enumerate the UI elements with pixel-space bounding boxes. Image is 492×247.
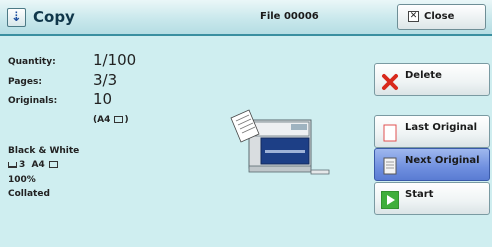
next-original-icon	[383, 157, 397, 175]
quantity-label: Quantity:	[8, 57, 56, 67]
close-button[interactable]: ✕ Close	[397, 4, 486, 30]
pages-value: 3/3	[93, 71, 118, 89]
job-panel: Quantity: 1/100 Pages: 3/3 Originals: 10…	[0, 36, 492, 247]
close-icon: ✕	[408, 11, 419, 22]
close-button-label: Close	[424, 11, 455, 22]
originals-value: 10	[93, 90, 113, 108]
pages-label: Pages:	[8, 77, 42, 87]
file-label: File 00006	[260, 11, 319, 22]
start-play-icon	[381, 191, 399, 209]
next-original-button[interactable]: Next Original	[374, 148, 490, 181]
paper-orientation-icon	[114, 116, 124, 123]
color-mode: Black & White	[8, 146, 80, 156]
printer-icon	[230, 109, 330, 175]
output-mode: Collated	[8, 189, 50, 199]
delete-button[interactable]: Delete	[374, 63, 490, 96]
zoom-level: 100%	[8, 175, 36, 185]
title-bar: ⇣ Copy File 00006 ✕ Close	[0, 0, 492, 36]
originals-size: (A4 )	[93, 115, 129, 125]
last-original-icon	[383, 124, 397, 142]
delete-x-icon	[382, 74, 398, 90]
tray-paper: 3 A4	[8, 160, 59, 170]
originals-label: Originals:	[8, 96, 58, 106]
start-button-label: Start	[405, 189, 434, 200]
paper-tray-icon	[8, 161, 17, 168]
copy-app-icon: ⇣	[7, 8, 26, 27]
last-original-button[interactable]: Last Original	[374, 115, 490, 148]
window-title: Copy	[33, 8, 75, 26]
start-button[interactable]: Start	[374, 182, 490, 215]
quantity-value: 1/100	[93, 51, 137, 69]
next-original-label: Next Original	[405, 155, 480, 166]
paper-orientation-icon	[48, 161, 58, 168]
last-original-label: Last Original	[405, 122, 478, 133]
delete-button-label: Delete	[405, 70, 442, 81]
